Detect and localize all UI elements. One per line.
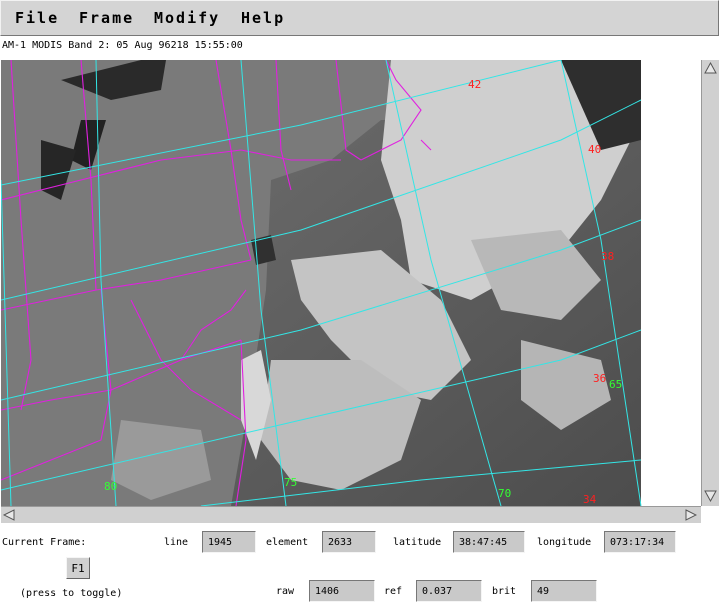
satellite-image: 42 40 38 36 34 80 75 70 65 [1,60,701,506]
lon-label-70: 70 [498,487,511,500]
lat-label-36: 36 [593,372,606,385]
element-label: element [266,537,309,548]
latitude-value-field: 38:47:45 [453,531,525,553]
longitude-value-field: 073:17:34 [604,531,676,553]
ref-value-field: 0.037 [416,580,482,602]
lon-label-65: 65 [609,378,622,391]
vertical-scrollbar[interactable] [701,60,719,506]
lat-label-38: 38 [601,250,614,263]
scroll-right-icon[interactable] [685,509,697,521]
raw-value-field: 1406 [309,580,375,602]
scroll-down-icon[interactable] [704,490,717,502]
longitude-label: longitude [537,537,592,548]
frame-toggle-button[interactable]: F1 [66,557,90,579]
brit-value-field: 49 [531,580,597,602]
lon-label-75: 75 [284,476,297,489]
menu-file[interactable]: File [15,9,59,27]
toggle-hint: (press to toggle) [20,588,123,599]
latitude-label: latitude [393,537,442,548]
ref-label: ref [384,586,403,597]
lat-label-40: 40 [588,143,601,156]
menu-help[interactable]: Help [241,9,285,27]
scroll-left-icon[interactable] [3,509,15,521]
horizontal-scrollbar[interactable] [1,506,701,523]
scroll-up-icon[interactable] [704,62,717,74]
line-value-field: 1945 [202,531,256,553]
menu-modify[interactable]: Modify [154,9,220,27]
current-frame-label: Current Frame: [2,537,87,548]
brit-label: brit [492,586,517,597]
line-label: line [164,537,189,548]
lat-label-42: 42 [468,78,481,91]
menu-bar: File Frame Modify Help [0,0,719,36]
element-value-field: 2633 [322,531,376,553]
lon-label-80: 80 [104,480,117,493]
menu-frame[interactable]: Frame [79,9,134,27]
satellite-image-panel[interactable]: 42 40 38 36 34 80 75 70 65 [1,60,701,506]
image-title: AM-1 MODIS Band 2: 05 Aug 96218 15:55:00 [2,40,243,51]
raw-label: raw [276,586,295,597]
lat-label-34: 34 [583,493,597,506]
